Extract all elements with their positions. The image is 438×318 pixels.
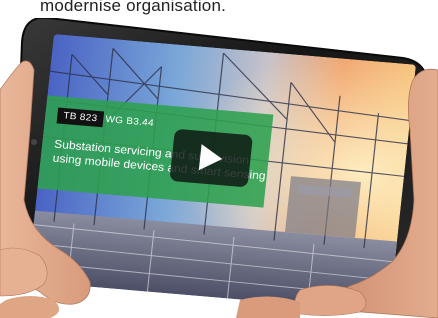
hands xyxy=(0,60,438,318)
photo-stage: modernise organisation. TB 823 WG B3.44 … xyxy=(0,0,438,318)
left-hand xyxy=(0,60,91,318)
right-hand xyxy=(236,68,438,318)
